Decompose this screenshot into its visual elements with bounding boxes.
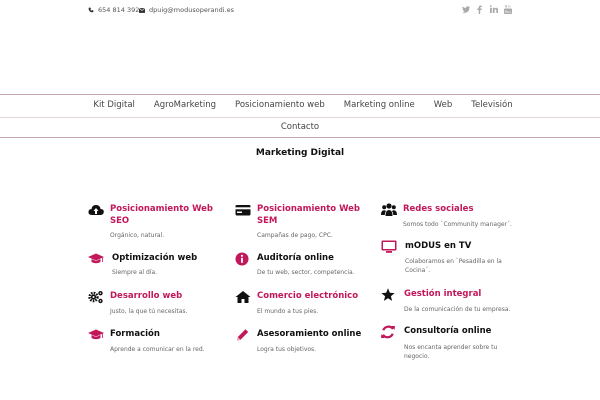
service-title: Redes sociales [403, 204, 474, 214]
service-description: Orgánico, natural. [110, 232, 165, 239]
service-description: Campañas de pago, CPC. [257, 232, 333, 239]
service-description: Somos todo `Community manager´. [403, 221, 512, 228]
section-title: Marketing Digital [255, 148, 345, 158]
service-description: El mundo a tus pies. [257, 308, 319, 315]
top-bar: 654 814 392 dpuig@modusoperandi.es You [0, 0, 600, 22]
service-title: Formación [110, 329, 160, 339]
refresh-icon [381, 325, 395, 339]
graduation-cap-icon [88, 329, 104, 340]
service-description: De tu web, sector, competencia. [257, 269, 355, 276]
graduation-cap-icon [88, 253, 104, 264]
phone-number: 654 814 392 [98, 6, 140, 14]
youtube-icon[interactable]: You [503, 4, 512, 14]
pencil-icon [237, 329, 249, 341]
service-description: De la comunicación de tu empresa. [404, 306, 511, 313]
nav-row-primary: Kit Digital AgroMarketing Posicionamient… [0, 100, 600, 110]
svg-text:You: You [504, 10, 510, 14]
cloud-upload-icon [88, 205, 104, 215]
star-icon [381, 288, 395, 301]
service-title: Posicionamiento Web SEO [110, 204, 213, 226]
service-description: Justo, la que tú necesitas. [110, 308, 188, 315]
service-title: Gestión integral [404, 289, 482, 299]
phone-contact[interactable]: 654 814 392 [88, 6, 139, 14]
monitor-icon [381, 240, 397, 253]
phone-icon [88, 7, 94, 13]
nav-item-agromarketing[interactable]: AgroMarketing [154, 100, 216, 110]
service-title: Consultoría online [404, 326, 492, 336]
service-description: Aprende a comunicar en la red. [110, 346, 205, 353]
twitter-icon[interactable] [461, 4, 470, 14]
cogs-icon [88, 291, 103, 304]
service-title: Optimización web [112, 253, 198, 263]
email-contact[interactable]: dpuig@modusoperandi.es [139, 6, 234, 14]
service-description: Nos encanta aprender sobre tu negocio. [404, 344, 498, 360]
service-title: Desarrollo web [110, 291, 183, 301]
home-icon [235, 291, 251, 303]
facebook-icon[interactable] [475, 4, 484, 14]
nav-item-marketing-online[interactable]: Marketing online [344, 100, 415, 110]
email-address: dpuig@modusoperandi.es [149, 6, 235, 14]
service-description: Colaboramos en `Pesadilla en la Cocina´. [405, 258, 502, 274]
service-title: Comercio electrónico [257, 291, 359, 301]
info-icon [235, 252, 249, 266]
envelope-icon [139, 7, 145, 13]
service-description: Siempre al día. [112, 269, 158, 276]
nav-item-contacto[interactable]: Contacto [281, 122, 319, 132]
nav-divider [0, 117, 600, 118]
service-title: Asesoramiento online [257, 329, 362, 339]
users-icon [381, 203, 397, 216]
nav-item-posicionamiento-web[interactable]: Posicionamiento web [235, 100, 325, 110]
linkedin-icon[interactable] [489, 4, 498, 14]
service-description: Logra tus objetivos. [257, 346, 317, 353]
main-navigation: Kit Digital AgroMarketing Posicionamient… [0, 94, 600, 138]
nav-item-kit-digital[interactable]: Kit Digital [93, 100, 135, 110]
nav-row-secondary: Contacto [0, 122, 600, 132]
social-links: You [461, 4, 512, 14]
nav-item-television[interactable]: Televisión [471, 100, 512, 110]
service-title: mODUS en TV [405, 241, 472, 251]
service-title: Auditoría online [257, 253, 334, 263]
nav-item-web[interactable]: Web [434, 100, 453, 110]
credit-card-icon [235, 205, 251, 216]
service-title: Posicionamiento Web SEM [257, 204, 360, 226]
